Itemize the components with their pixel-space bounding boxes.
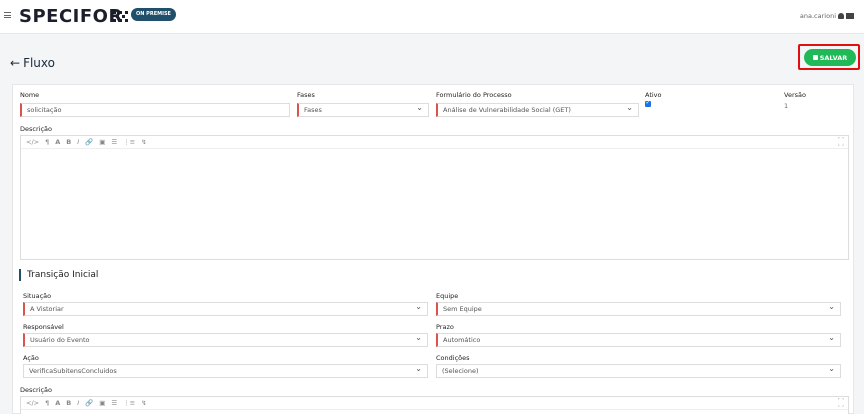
fases-select[interactable]: Fases [297, 102, 429, 117]
on-premise-badge: ON PREMISE [131, 8, 176, 21]
unordered-list-icon[interactable]: ☰ [111, 138, 117, 146]
paragraph-icon[interactable]: ¶ [45, 399, 49, 407]
italic-icon[interactable]: I [77, 138, 79, 146]
user-menu[interactable]: ana.carioni [800, 12, 854, 20]
transicao-descricao-editor[interactable]: </> ¶ A B I 🔗 ▣ ☰ ⋮≡ ↯ ⌜ ⌝ ⌞ ⌟ [20, 396, 849, 414]
paragraph-icon[interactable]: ¶ [45, 138, 49, 146]
username[interactable]: ana.carioni [800, 12, 836, 20]
ativo-label: Ativo [645, 91, 662, 99]
situacao-label: Situação [23, 292, 52, 300]
hamburger-menu-icon[interactable] [4, 12, 11, 18]
responsavel-label: Responsável [23, 323, 64, 331]
unordered-list-icon[interactable]: ☰ [111, 399, 117, 407]
fases-label: Fases [297, 91, 315, 99]
equipe-select[interactable]: Sem Equipe [436, 301, 841, 316]
ordered-list-icon[interactable]: ⋮≡ [123, 399, 135, 407]
clear-format-icon[interactable]: ↯ [141, 138, 146, 146]
bold-icon[interactable]: B [66, 399, 71, 407]
clear-format-icon[interactable]: ↯ [141, 399, 146, 407]
versao-value: 1 [784, 102, 789, 110]
editor-toolbar: </> ¶ A B I 🔗 ▣ ☰ ⋮≡ ↯ [21, 136, 848, 149]
mail-icon[interactable] [846, 13, 854, 19]
condicoes-select[interactable]: (Selecione) [436, 363, 841, 378]
section-marker [19, 269, 21, 281]
page-header: ← Fluxo [10, 56, 55, 70]
font-size-icon[interactable]: A [55, 399, 60, 407]
acao-select[interactable]: VerificaSubitensConcluidos [23, 363, 428, 378]
image-icon[interactable]: ▣ [99, 399, 105, 407]
save-highlight: SALVAR [798, 44, 860, 70]
acao-label: Ação [23, 354, 39, 362]
top-navbar: SPECIFOR ON PREMISE ana.carioni [0, 0, 864, 34]
image-icon[interactable]: ▣ [99, 138, 105, 146]
responsavel-select[interactable]: Usuário do Evento [23, 332, 428, 347]
nome-label: Nome [20, 91, 40, 99]
fullscreen-icon[interactable]: ⌜ ⌝ ⌞ ⌟ [838, 138, 844, 147]
situacao-select[interactable]: A Vistoriar [23, 301, 428, 316]
save-button[interactable]: SALVAR [804, 49, 856, 66]
back-arrow-icon[interactable]: ← [10, 56, 20, 70]
fluxo-form-card: Nome Fases Formulário do Processo Ativo … [12, 84, 854, 414]
app-logo[interactable]: SPECIFOR [19, 6, 123, 27]
logo-dots-icon [113, 11, 128, 22]
page-title: Fluxo [23, 56, 55, 70]
link-icon[interactable]: 🔗 [85, 399, 93, 407]
prazo-label: Prazo [436, 323, 454, 331]
editor-toolbar-2: </> ¶ A B I 🔗 ▣ ☰ ⋮≡ ↯ [21, 397, 848, 410]
link-icon[interactable]: 🔗 [85, 138, 93, 146]
floppy-icon [812, 55, 818, 60]
code-view-icon[interactable]: </> [26, 138, 39, 146]
versao-label: Versão [784, 91, 806, 99]
bold-icon[interactable]: B [66, 138, 71, 146]
nome-input[interactable]: solicitação [20, 103, 290, 117]
formulario-select[interactable]: Análise de Vulnerabilidade Social (GET) [436, 102, 639, 117]
font-size-icon[interactable]: A [55, 138, 60, 146]
formulario-label: Formulário do Processo [436, 91, 512, 99]
transicao-descricao-label: Descrição [20, 386, 52, 394]
ordered-list-icon[interactable]: ⋮≡ [123, 138, 135, 146]
equipe-label: Equipe [436, 292, 459, 300]
condicoes-label: Condições [436, 354, 470, 362]
save-label: SALVAR [819, 53, 848, 62]
descricao-label: Descrição [20, 125, 52, 133]
fullscreen-icon[interactable]: ⌜ ⌝ ⌞ ⌟ [838, 399, 844, 408]
ativo-checkbox[interactable] [645, 99, 651, 107]
transicao-title-text: Transição Inicial [27, 270, 99, 280]
user-icon[interactable] [838, 13, 844, 19]
prazo-select[interactable]: Automático [436, 332, 841, 347]
transicao-section-title: Transição Inicial [19, 269, 98, 281]
code-view-icon[interactable]: </> [26, 399, 39, 407]
italic-icon[interactable]: I [77, 399, 79, 407]
descricao-editor[interactable]: </> ¶ A B I 🔗 ▣ ☰ ⋮≡ ↯ ⌜ ⌝ ⌞ ⌟ [20, 135, 849, 260]
